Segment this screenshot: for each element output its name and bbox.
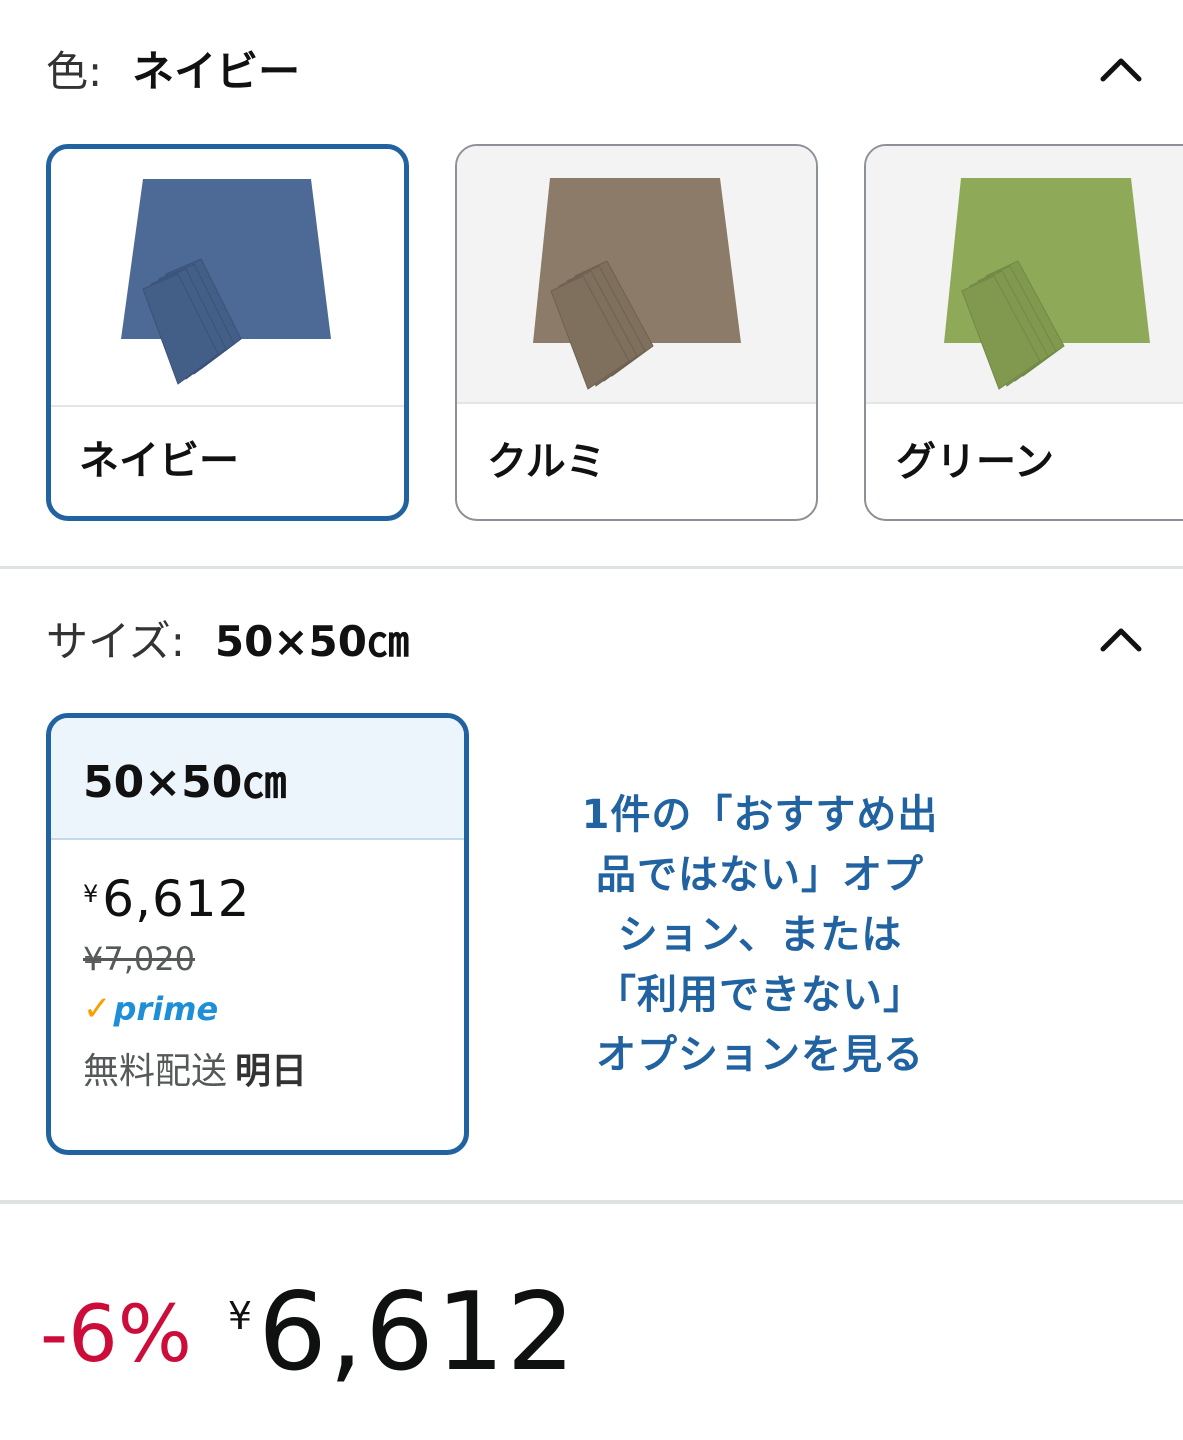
link-line: 品ではない」オプ xyxy=(596,852,924,898)
product-variation-page: 色: ネイビー ネイビー クルミ グリーン サイズ: 50×50㎝ 50×50㎝… xyxy=(0,0,1183,1440)
link-line: 1件の「おすすめ出 xyxy=(581,792,939,838)
link-line: オプションを見る xyxy=(596,1032,924,1078)
price-summary: -6% ¥ 6,612 xyxy=(40,1270,577,1395)
color-swatch-walnut[interactable]: クルミ xyxy=(455,144,818,521)
option-price-value: 6,612 xyxy=(102,870,251,928)
color-swatch-navy[interactable]: ネイビー xyxy=(46,144,409,521)
color-selected-value: ネイビー xyxy=(132,46,301,96)
link-line: ション、または xyxy=(617,912,903,958)
swatch-image-green xyxy=(866,146,1183,404)
option-price: ¥ 6,612 xyxy=(83,870,432,928)
section-divider xyxy=(0,1200,1183,1204)
swatch-label-navy: ネイビー xyxy=(79,438,239,484)
delivery-label: 無料配送 xyxy=(83,1051,228,1092)
list-price: ¥7,020 xyxy=(83,940,195,978)
chevron-up-icon[interactable] xyxy=(1099,623,1143,653)
size-header-text: サイズ: 50×50㎝ xyxy=(46,608,409,669)
size-option-body: ¥ 6,612 ¥7,020 ✓ prime 無料配送 明日 xyxy=(51,840,464,1094)
currency-symbol: ¥ xyxy=(83,880,99,908)
swatch-label-green: グリーン xyxy=(896,439,1054,485)
see-unavailable-options-link[interactable]: 1件の「おすすめ出 品ではない」オプ ション、または 「利用できない」 オプショ… xyxy=(520,785,1000,1085)
prime-check-icon: ✓ xyxy=(83,989,112,1029)
size-option-title: 50×50㎝ xyxy=(51,718,464,840)
swatch-image-walnut xyxy=(457,146,816,404)
section-divider xyxy=(0,566,1183,569)
swatch-image-navy xyxy=(51,149,404,407)
size-section-header[interactable]: サイズ: 50×50㎝ xyxy=(46,608,1143,668)
size-selected-value: 50×50㎝ xyxy=(214,616,409,666)
color-swatch-green[interactable]: グリーン xyxy=(864,144,1183,521)
chevron-up-icon[interactable] xyxy=(1099,53,1143,83)
color-header-text: 色: ネイビー xyxy=(46,38,300,99)
prime-logo-text: prime xyxy=(113,990,219,1028)
current-price: 6,612 xyxy=(258,1270,578,1395)
discount-percent: -6% xyxy=(40,1290,192,1380)
size-option-card[interactable]: 50×50㎝ ¥ 6,612 ¥7,020 ✓ prime 無料配送 明日 xyxy=(46,713,469,1155)
delivery-info: 無料配送 明日 xyxy=(83,1042,432,1094)
color-section-header[interactable]: 色: ネイビー xyxy=(46,38,1143,98)
link-line: 「利用できない」 xyxy=(596,972,924,1018)
currency-symbol: ¥ xyxy=(227,1294,253,1338)
size-label: サイズ: xyxy=(46,616,185,666)
swatch-label-walnut: クルミ xyxy=(487,439,606,485)
delivery-day: 明日 xyxy=(235,1051,308,1092)
color-label: 色: xyxy=(46,46,103,96)
prime-badge: ✓ prime xyxy=(83,989,432,1029)
